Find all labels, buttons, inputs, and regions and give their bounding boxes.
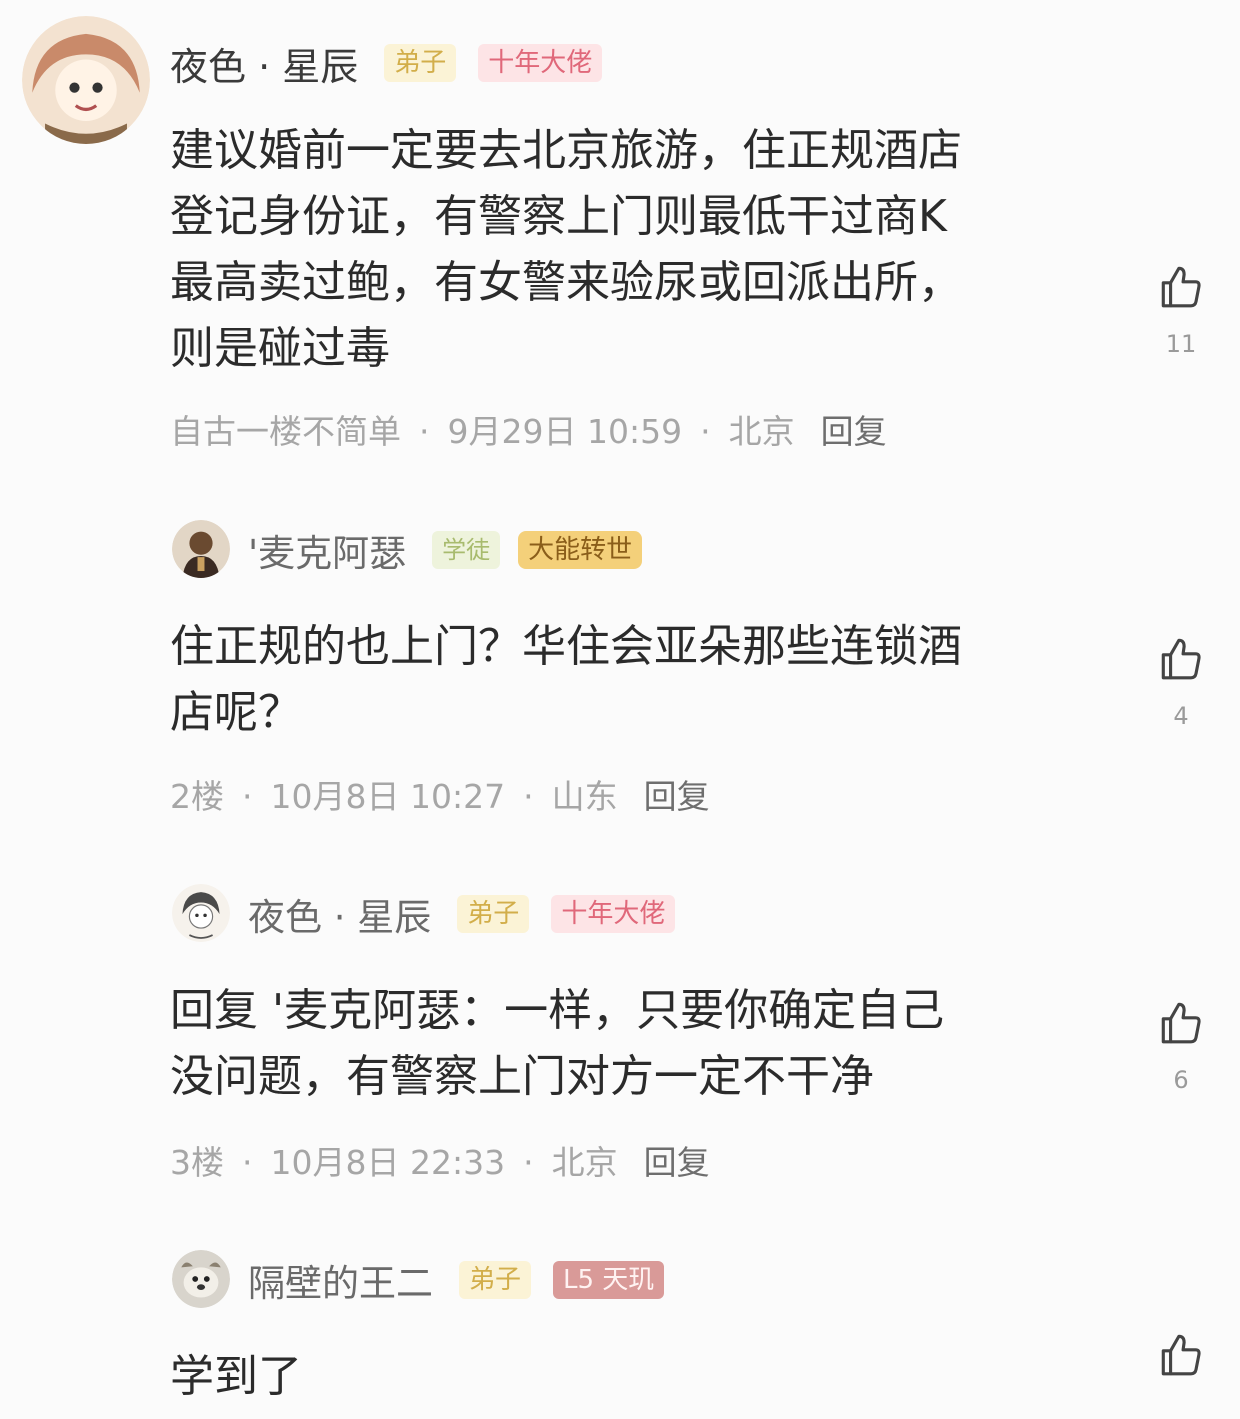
location: 北京	[551, 1143, 618, 1182]
comment-body: 学到了	[170, 1344, 1090, 1410]
comment-meta: 3楼 · 10月8日 22:33 · 北京 回复	[170, 1136, 710, 1184]
reply-button[interactable]: 回复	[644, 777, 710, 816]
separator: ·	[242, 1143, 253, 1182]
timestamp: 9月29日 10:59	[447, 412, 683, 451]
separator: ·	[700, 412, 711, 451]
floor-label: 3楼	[170, 1143, 224, 1182]
comment-body: 住正规的也上门？华住会亚朵那些连锁酒 店呢？	[170, 614, 1090, 746]
thumbs-up-icon	[1161, 1002, 1201, 1044]
separator: ·	[523, 1143, 534, 1182]
badge-veteran: 十年大佬	[478, 44, 603, 82]
username[interactable]: 夜色 · 星辰	[170, 36, 358, 91]
like-button[interactable]: 11	[1156, 262, 1206, 358]
comment-line: 建议婚前一定要去北京旅游，住正规酒店	[170, 125, 962, 176]
badge-disciple: 弟子	[384, 44, 457, 82]
comment-meta: 2楼 · 10月8日 10:27 · 山东 回复	[170, 770, 710, 818]
separator: ·	[242, 777, 253, 816]
separator: ·	[419, 412, 430, 451]
location: 山东	[551, 777, 618, 816]
like-button[interactable]	[1156, 1330, 1206, 1380]
comment-thread: 夜色 · 星辰 弟子 十年大佬 建议婚前一定要去北京旅游，住正规酒店 登记身份证…	[0, 0, 1240, 1419]
like-button[interactable]: 6	[1156, 998, 1206, 1094]
badge-student: 学徒	[432, 531, 501, 569]
badge-veteran: 十年大佬	[551, 895, 676, 933]
comment-line: 则是碰过毒	[170, 323, 390, 374]
comment-line: 学到了	[170, 1351, 302, 1402]
thumbs-up-icon	[1161, 1334, 1201, 1376]
comment-line: 最高卖过鲍，有女警来验尿或回派出所，	[170, 257, 962, 308]
timestamp: 10月8日 22:33	[270, 1143, 506, 1182]
comment-line: 登记身份证，有警察上门则最低干过商K	[170, 191, 947, 242]
like-count: 4	[1173, 702, 1189, 730]
like-button[interactable]: 4	[1156, 634, 1206, 730]
reply-button[interactable]: 回复	[821, 412, 887, 451]
comment-body: 回复 '麦克阿瑟：一样，只要你确定自己 没问题，有警察上门对方一定不干净	[170, 978, 1090, 1110]
comment-line: 回复 '麦克阿瑟：一样，只要你确定自己	[170, 985, 945, 1036]
comment-body: 建议婚前一定要去北京旅游，住正规酒店 登记身份证，有警察上门则最低干过商K 最高…	[170, 118, 1090, 382]
reply-button[interactable]: 回复	[644, 1143, 710, 1182]
comment-line: 住正规的也上门？华住会亚朵那些连锁酒	[170, 621, 962, 672]
comment-meta: 自古一楼不简单 · 9月29日 10:59 · 北京 回复	[170, 405, 887, 453]
username[interactable]: 隔壁的王二	[248, 1253, 433, 1307]
username[interactable]: '麦克阿瑟	[248, 523, 406, 577]
floor-label: 自古一楼不简单	[170, 412, 401, 451]
timestamp: 10月8日 10:27	[270, 777, 506, 816]
badge-level: L5 天玑	[553, 1261, 665, 1299]
thumbs-up-icon	[1161, 638, 1201, 680]
username[interactable]: 夜色 · 星辰	[248, 887, 431, 941]
floor-label: 2楼	[170, 777, 224, 816]
like-count: 6	[1173, 1066, 1189, 1094]
comment-line: 没问题，有警察上门对方一定不干净	[170, 1051, 874, 1102]
badge-disciple: 弟子	[457, 895, 530, 933]
badge-master: 大能转世	[518, 531, 643, 569]
location: 北京	[728, 412, 795, 451]
like-count: 11	[1165, 330, 1197, 358]
thumbs-up-icon	[1161, 266, 1201, 308]
comment-line: 店呢？	[170, 687, 302, 738]
avatar[interactable]	[22, 16, 150, 144]
badge-disciple: 弟子	[459, 1261, 532, 1299]
separator: ·	[523, 777, 534, 816]
